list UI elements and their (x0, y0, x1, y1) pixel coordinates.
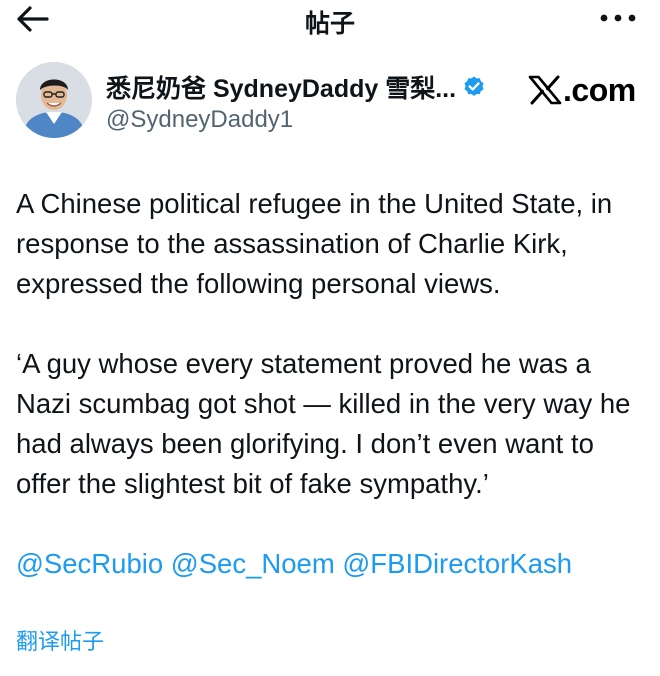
avatar[interactable] (16, 62, 92, 138)
mentions-line: @SecRubio @Sec_Noem @FBIDirectorKash (16, 544, 572, 584)
more-horizontal-icon (600, 14, 636, 22)
post-paragraph-2: ‘A guy whose every statement proved he w… (16, 348, 631, 499)
author-name-row[interactable]: 悉尼奶爸 SydneyDaddy 雪梨... (106, 69, 486, 105)
more-button[interactable] (598, 8, 638, 28)
x-com-label: .com (563, 71, 636, 108)
translate-post-link[interactable]: 翻译帖子 (16, 624, 104, 656)
mention-fbidirectorkash[interactable]: @FBIDirectorKash (342, 548, 572, 579)
x-com-watermark: .com (528, 70, 636, 110)
author-handle[interactable]: @SydneyDaddy1 (106, 106, 293, 134)
top-bar: 帖子 (0, 0, 660, 40)
mention-secrubio[interactable]: @SecRubio (16, 548, 163, 579)
post-paragraph-1: A Chinese political refugee in the Unite… (16, 188, 613, 299)
mention-sec-noem[interactable]: @Sec_Noem (171, 548, 335, 579)
author-display-name[interactable]: 悉尼奶爸 SydneyDaddy 雪梨... (106, 69, 456, 105)
x-logo-icon (528, 75, 562, 105)
page-title: 帖子 (304, 10, 355, 38)
verified-badge-icon (464, 76, 484, 96)
